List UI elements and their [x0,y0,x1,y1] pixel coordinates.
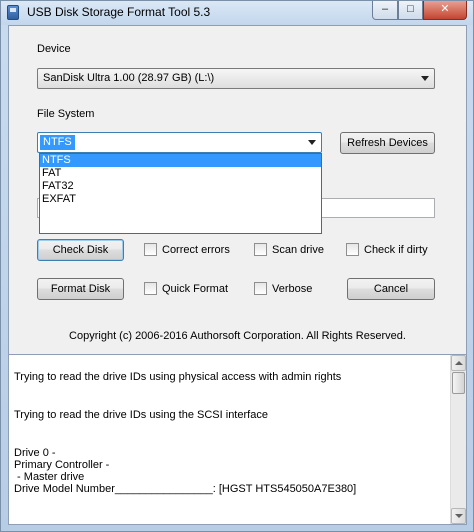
log-line: Trying to read the drive IDs using physi… [14,371,342,383]
scroll-up-arrow-icon[interactable] [451,355,466,371]
file-system-select[interactable]: NTFS [37,132,322,153]
correct-errors-checkbox[interactable]: Correct errors [144,243,234,257]
verbose-label: Verbose [272,283,313,295]
quick-format-label: Quick Format [162,283,229,295]
device-select-value: SanDisk Ultra 1.00 (28.97 GB) (L:\) [43,72,215,84]
file-system-option-fat[interactable]: FAT [40,167,321,180]
check-if-dirty-label: Check if dirty [364,244,428,256]
file-system-option-fat32[interactable]: FAT32 [40,180,321,193]
log-line: Drive 0 - [14,447,56,459]
check-disk-button[interactable]: Check Disk [37,239,124,261]
check-if-dirty-checkbox[interactable]: Check if dirty [346,243,436,257]
scan-drive-label: Scan drive [272,244,324,256]
checkbox-box[interactable] [144,282,157,295]
log-line: Trying to read the drive IDs using the S… [14,409,268,421]
cancel-button[interactable]: Cancel [347,278,435,300]
refresh-devices-button[interactable]: Refresh Devices [340,132,435,154]
usb-drive-icon [7,5,19,20]
chevron-down-icon [421,76,429,81]
copyright-text: Copyright (c) 2006-2016 Authorsoft Corpo… [69,330,406,342]
close-button[interactable]: ✕ [423,1,467,20]
checkbox-box[interactable] [144,243,157,256]
log-line: Primary Controller - [14,459,110,471]
window-title: USB Disk Storage Format Tool 5.3 [27,5,211,19]
file-system-option-exfat[interactable]: EXFAT [40,193,321,206]
scroll-down-arrow-icon[interactable] [451,508,466,524]
scrollbar-thumb[interactable] [452,372,465,394]
format-disk-button[interactable]: Format Disk [37,278,124,300]
chevron-down-icon [308,140,316,145]
file-system-label: File System [37,108,95,120]
verbose-checkbox[interactable]: Verbose [254,282,334,296]
device-label: Device [37,43,71,55]
quick-format-checkbox[interactable]: Quick Format [144,282,234,296]
log-output[interactable]: Trying to read the drive IDs using physi… [9,354,466,524]
file-system-option-ntfs[interactable]: NTFS [40,154,321,167]
log-line: - Master drive [14,471,85,483]
checkbox-box[interactable] [254,282,267,295]
vertical-scrollbar[interactable] [450,355,466,524]
app-window: USB Disk Storage Format Tool 5.3 – □ ✕ D… [0,0,474,532]
checkbox-box[interactable] [346,243,359,256]
device-select[interactable]: SanDisk Ultra 1.00 (28.97 GB) (L:\) [37,68,435,89]
file-system-select-value: NTFS [40,135,75,150]
title-bar[interactable]: USB Disk Storage Format Tool 5.3 – □ ✕ [1,1,473,25]
minimize-button[interactable]: – [372,1,398,20]
correct-errors-label: Correct errors [162,244,230,256]
log-line: Drive Model Number________________: [HGS… [14,483,357,495]
file-system-dropdown-list: NTFS FAT FAT32 EXFAT [39,153,322,234]
scan-drive-checkbox[interactable]: Scan drive [254,243,334,257]
main-panel: Device SanDisk Ultra 1.00 (28.97 GB) (L:… [8,25,467,525]
checkbox-box[interactable] [254,243,267,256]
maximize-button[interactable]: □ [398,1,423,20]
